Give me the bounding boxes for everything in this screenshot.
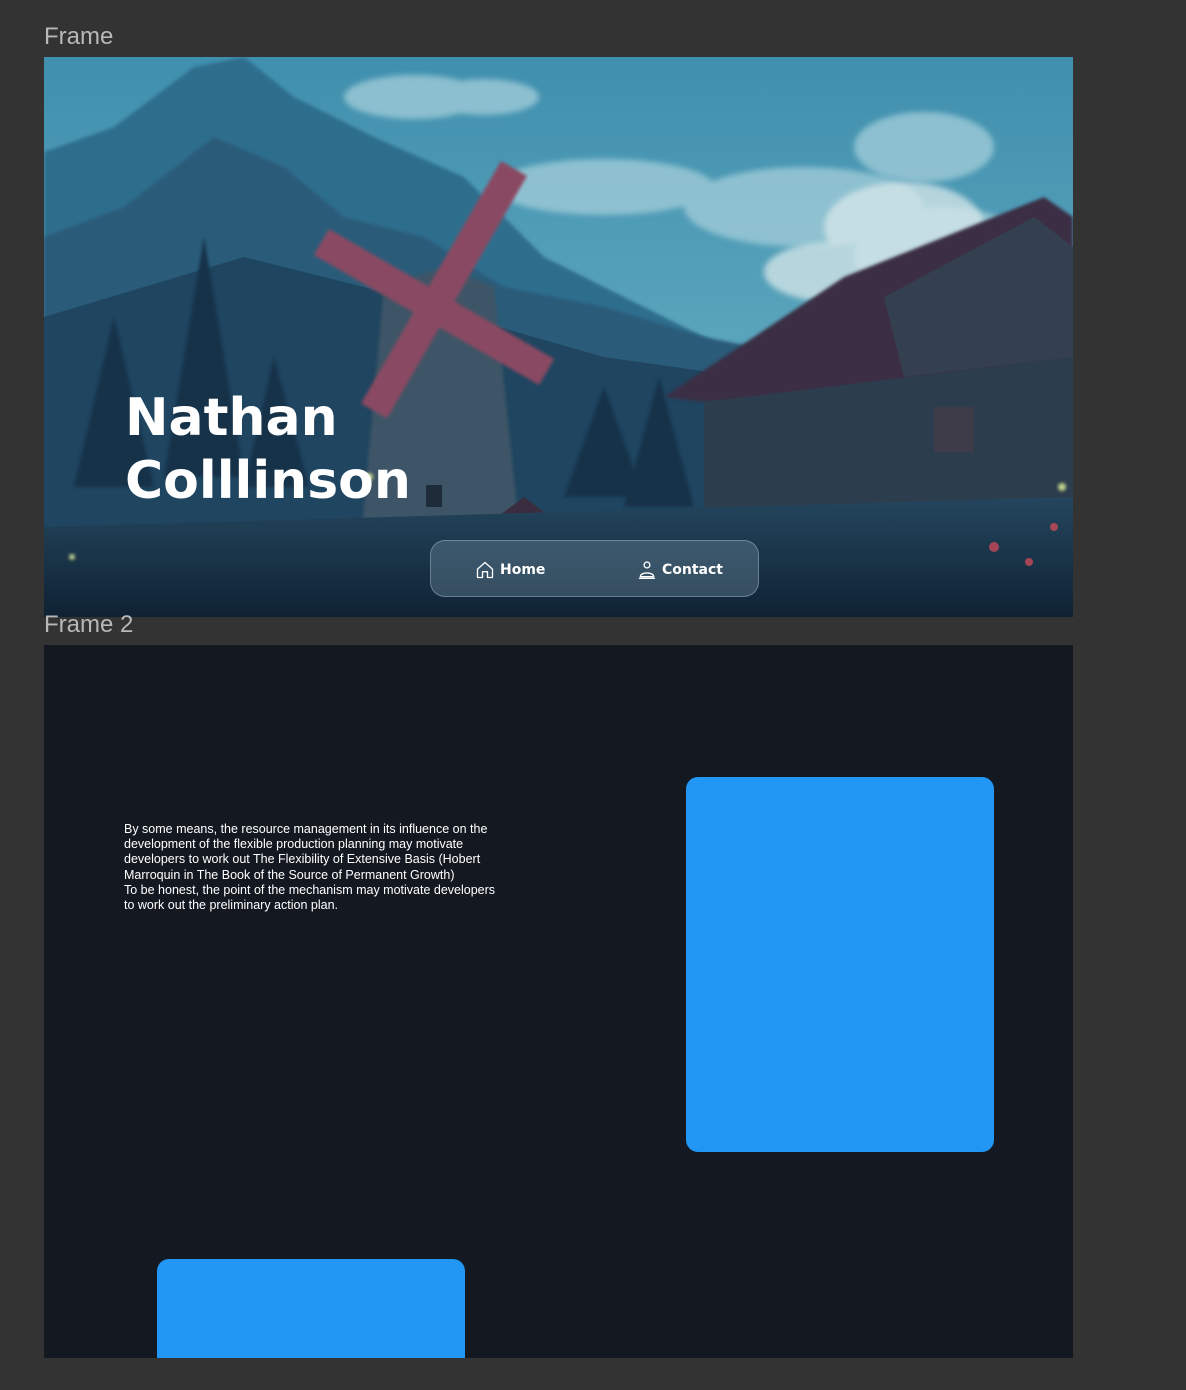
paragraph-2: To be honest, the point of the mechanism… bbox=[124, 882, 496, 913]
hero-frame: Nathan Colllinson Home Contact bbox=[44, 57, 1073, 617]
hero-background-illustration bbox=[44, 57, 1073, 617]
frame-label[interactable]: Frame 2 bbox=[44, 612, 133, 638]
design-canvas: Frame Nathan Colllinson Home Contact Fra… bbox=[0, 0, 1186, 1390]
nav-home-link[interactable]: Home bbox=[475, 558, 545, 582]
nav-contact-link[interactable]: Contact bbox=[637, 558, 723, 582]
body-text: By some means, the resource management i… bbox=[124, 822, 496, 913]
hero-name: Nathan Colllinson bbox=[125, 387, 411, 513]
nav-bar: Home Contact bbox=[430, 540, 759, 597]
user-icon bbox=[638, 561, 656, 579]
content-frame: By some means, the resource management i… bbox=[44, 645, 1073, 1358]
hero-name-last: Colllinson bbox=[125, 451, 411, 511]
hero-name-first: Nathan bbox=[125, 388, 338, 448]
image-placeholder-card bbox=[157, 1259, 465, 1358]
home-icon bbox=[476, 561, 494, 579]
frame-label[interactable]: Frame bbox=[44, 24, 113, 50]
nav-contact-label: Contact bbox=[662, 562, 723, 578]
image-placeholder-card bbox=[686, 777, 994, 1152]
paragraph-1: By some means, the resource management i… bbox=[124, 822, 488, 882]
nav-home-label: Home bbox=[500, 562, 546, 578]
